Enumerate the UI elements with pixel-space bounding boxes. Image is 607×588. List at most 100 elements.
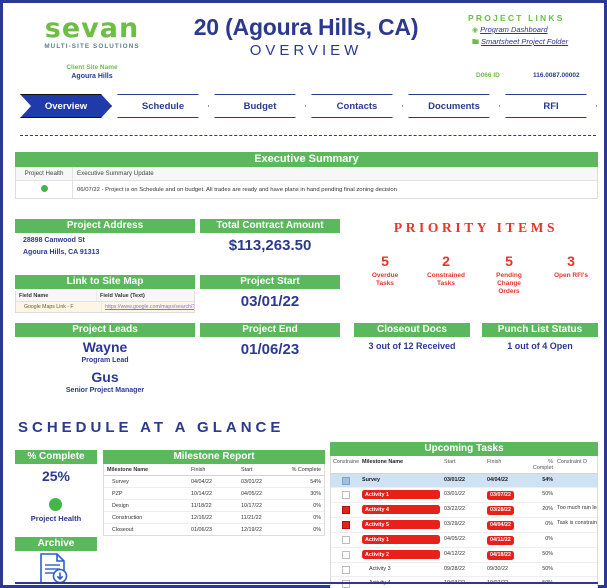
link-smartsheet-project-folder[interactable]: 🖿 Smartsheet Project Folder xyxy=(472,37,568,49)
task-start: 03/01/22 xyxy=(444,490,465,497)
priority-item-overdue-tasks: 5 Overdue Tasks xyxy=(354,254,416,288)
executive-summary-table: Project Health Executive Summary Update … xyxy=(15,167,598,199)
task-start: 09/28/22 xyxy=(444,565,465,572)
col-start: Start xyxy=(241,466,253,473)
site-map-table: Field Name Field Value (Text) Google Map… xyxy=(15,291,195,313)
milestone-start: 12/19/22 xyxy=(241,526,262,533)
project-address-line1: 28898 Canwood St xyxy=(23,237,85,244)
constraint-flag-cell[interactable] xyxy=(331,503,360,517)
priority-count: 5 xyxy=(381,253,389,269)
project-lead-name-1: Wayne xyxy=(82,339,128,355)
flag-icon xyxy=(341,476,350,485)
logo-wordmark: sevan xyxy=(44,13,140,44)
milestone-name: Design xyxy=(112,502,129,509)
flag-icon xyxy=(341,490,350,499)
table-row[interactable]: Activity 5 03/29/22 04/04/22 0% Task is … xyxy=(331,518,597,533)
google-maps-link[interactable]: https://www.google.com/maps/search/?api xyxy=(105,304,194,310)
task-percent: 50% xyxy=(542,490,553,497)
logo-tagline: MULTI-SITE SOLUTIONS xyxy=(44,43,140,50)
table-row[interactable]: Survey 03/01/22 04/04/22 54% xyxy=(331,474,597,488)
table-header-row: Field Name Field Value (Text) xyxy=(16,291,194,302)
table-row[interactable]: Activity 1 03/01/22 03/07/22 50% xyxy=(331,488,597,503)
task-finish: 04/11/22 xyxy=(487,535,514,545)
nav-tab-schedule[interactable]: Schedule xyxy=(117,94,209,118)
col-constrained: Constraine xyxy=(333,458,360,465)
task-name-cell: Activity 4 xyxy=(360,503,442,517)
nav-tab-contacts[interactable]: Contacts xyxy=(311,94,403,118)
priority-label: Constrained Tasks xyxy=(427,272,465,287)
flag-icon xyxy=(341,550,350,559)
constraint-flag-cell[interactable] xyxy=(331,488,360,502)
project-lead-role-1: Program Lead xyxy=(81,357,129,364)
milestone-percent: 0% xyxy=(313,526,321,533)
project-lead-name-2: Gus xyxy=(91,369,119,385)
nav-tab-documents[interactable]: Documents xyxy=(408,94,500,118)
milestone-finish: 11/18/22 xyxy=(191,502,212,509)
project-start-header: Project Start xyxy=(200,275,340,289)
table-row[interactable]: Design 11/18/22 10/17/22 0% xyxy=(104,500,324,512)
milestone-report-header: Milestone Report xyxy=(103,450,325,464)
nav-tab-rfi[interactable]: RFI xyxy=(505,94,597,118)
punch-list-status-value: 1 out of 4 Open xyxy=(507,341,573,351)
priority-label: Open RFI's xyxy=(553,272,589,279)
constraint-flag-cell[interactable] xyxy=(331,518,360,532)
nav-divider xyxy=(20,135,596,136)
health-status-dot xyxy=(40,185,48,192)
task-name-cell: Activity 5 xyxy=(360,518,442,532)
table-row[interactable]: Construction 12/16/22 11/21/22 0% xyxy=(104,512,324,524)
dashboard-window: sevan MULTI-SITE SOLUTIONS Client Site N… xyxy=(0,0,607,588)
executive-summary-header: Executive Summary xyxy=(15,152,598,167)
milestone-percent: 0% xyxy=(313,514,321,521)
table-row[interactable]: Activity 4 03/22/22 03/28/22 20% Too muc… xyxy=(331,503,597,518)
client-site-name-value: Agoura Hills xyxy=(71,73,113,80)
constraint-flag-cell[interactable] xyxy=(331,548,360,562)
priority-label: Pending Change Orders xyxy=(496,272,522,295)
table-row[interactable]: Activity 3 09/28/22 09/30/22 50% xyxy=(331,563,597,577)
upcoming-tasks-header: Upcoming Tasks xyxy=(330,442,598,456)
table-row[interactable]: 06/07/22 - Project is on Schedule and on… xyxy=(16,181,597,198)
clock-icon: ◉ xyxy=(472,27,479,34)
project-start-value: 03/01/22 xyxy=(240,293,300,310)
priority-count: 2 xyxy=(442,253,450,269)
flag-icon xyxy=(341,565,350,574)
milestone-finish: 12/16/22 xyxy=(191,514,212,521)
constraint-flag-cell[interactable] xyxy=(331,563,360,576)
col-field-name: Field Name xyxy=(16,291,97,301)
milestone-name: PZP xyxy=(112,490,123,497)
task-name: Activity 3 xyxy=(369,565,391,572)
project-health-cell xyxy=(16,181,73,198)
task-name: Survey xyxy=(362,476,380,483)
task-finish: 03/28/22 xyxy=(487,505,514,515)
table-row[interactable]: Google Maps Link - F https://www.google.… xyxy=(16,302,194,312)
table-row[interactable]: Closeout 01/06/23 12/19/22 0% xyxy=(104,524,324,535)
table-row[interactable]: PZP 10/14/22 04/05/22 30% xyxy=(104,488,324,500)
table-header-row: Project Health Executive Summary Update xyxy=(16,167,597,181)
task-percent: 0% xyxy=(545,535,553,542)
task-name: Activity 1 xyxy=(362,490,440,499)
col-milestone-name: Milestone Name xyxy=(107,466,149,473)
nav-tab-overview[interactable]: Overview xyxy=(20,94,112,118)
project-address-header: Project Address xyxy=(15,219,195,233)
task-finish: 03/07/22 xyxy=(487,490,514,500)
milestone-name[interactable]: Closeout xyxy=(104,524,188,535)
priority-item-constrained-tasks: 2 Constrained Tasks xyxy=(415,254,477,288)
col-project-health: Project Health xyxy=(16,167,73,180)
milestone-percent: 54% xyxy=(310,478,321,485)
table-header-row: Milestone Name Finish Start % Complete xyxy=(104,464,324,476)
constraint-flag-cell[interactable] xyxy=(331,533,360,547)
total-contract-header: Total Contract Amount xyxy=(200,219,340,233)
table-row[interactable]: Activity 1 04/05/22 04/11/22 0% xyxy=(331,533,597,548)
nav-tab-budget[interactable]: Budget xyxy=(214,94,306,118)
task-percent: 20% xyxy=(542,505,553,512)
link-program-dashboard[interactable]: ◉ Program Dashboard xyxy=(472,25,548,34)
constraint-flag-cell[interactable] xyxy=(331,474,360,487)
table-row[interactable]: Survey 04/04/22 03/01/22 54% xyxy=(104,476,324,488)
table-row[interactable]: Activity 2 04/12/22 04/18/22 50% xyxy=(331,548,597,563)
task-start: 03/01/22 xyxy=(444,476,465,483)
task-name: Activity 2 xyxy=(362,550,440,559)
flag-icon xyxy=(341,505,350,514)
milestone-percent: 0% xyxy=(313,502,321,509)
flag-icon xyxy=(341,520,350,529)
site-map-field-value[interactable]: https://www.google.com/maps/search/?api xyxy=(102,302,194,312)
project-leads-header: Project Leads xyxy=(15,323,195,337)
